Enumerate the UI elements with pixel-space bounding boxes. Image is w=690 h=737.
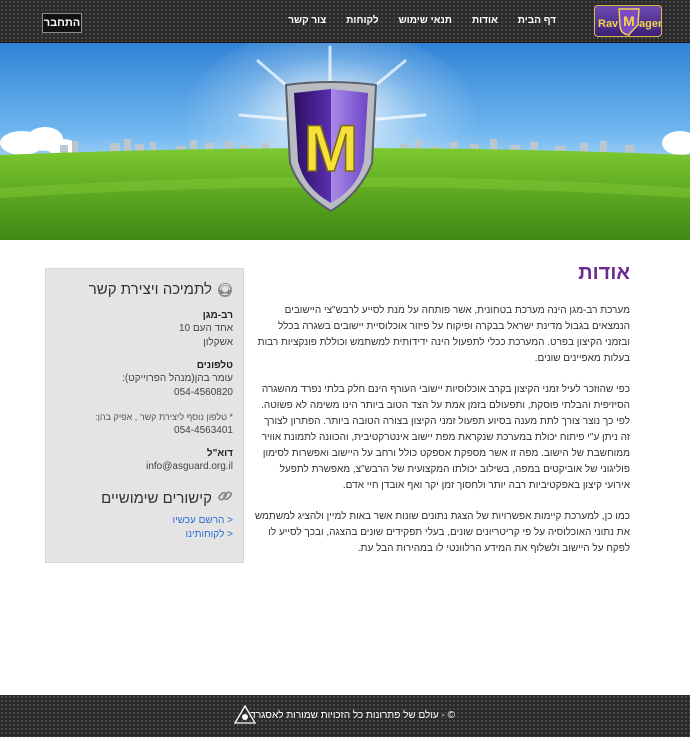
about-paragraph-1: מערכת רב-מגן הינה מערכת בטחונית, אשר פות… [257,305,630,364]
links-heading: קישורים שימושיים [56,488,233,508]
about-content: אודות מערכת רב-מגן הינה מערכת בטחונית, א… [252,262,630,572]
phones-block: טלפונים עומר בהן(מנהל הפרוייקט): 054-456… [56,360,233,400]
sidebar-contact: לתמיכה ויצירת קשר רב-מגן אחד העם 10 אשקל… [45,268,244,563]
nav-terms[interactable]: תנאי שימוש [399,15,452,26]
logo-word-rav: Rav [598,18,619,30]
login-button[interactable]: התחבר [42,13,82,33]
nav-home[interactable]: דף הבית [518,15,556,26]
logo-letter: M [623,13,635,29]
footer-logo-icon [234,705,256,724]
address-line-1: אחד העם 10 [178,323,233,334]
shield-letter: M [304,111,359,185]
nav-contact[interactable]: צור קשר [288,15,326,26]
nav-about[interactable]: אודות [472,15,498,26]
support-heading-text: לתמיכה ויצירת קשר [88,281,212,298]
logo-word-agen: agen [639,18,662,30]
link-chain-icon [217,488,233,508]
extra-phone-block: * טלפון נוסף ליצירת קשר , אפיק בהן: 054-… [56,410,233,438]
address-block: רב-מגן אחד העם 10 אשקלון [56,310,233,350]
main-area: אודות מערכת רב-מגן הינה מערכת בטחונית, א… [0,240,690,695]
org-name: רב-מגן [202,310,233,321]
support-heading: לתמיכה ויצירת קשר [56,281,233,298]
footer-bar: © - עולם של פתרונות כל הזכויות שמורות לא… [0,695,690,737]
nav-clients[interactable]: לקוחות [346,15,378,26]
hero-banner: M [0,43,690,240]
top-nav-bar: התחבר דף הבית אודות תנאי שימוש לקוחות צו… [0,0,690,43]
link-register-now[interactable]: < הרשם עכשיו [56,514,233,528]
hero-illustration: M [0,43,690,240]
support-agent-icon [217,282,233,298]
phone-contact: עומר בהן(מנהל הפרוייקט): [122,373,233,384]
phone-number: 054-4560820 [174,387,233,398]
site-logo[interactable]: Rav M agen [594,5,662,37]
email-label: דוא"ל [206,448,233,459]
page-title: אודות [578,262,630,284]
extra-phone-note: * טלפון נוסף ליצירת קשר , אפיק בהן: [95,412,233,422]
email-address[interactable]: info@asguard.org.il [56,460,233,474]
cloud-right [662,131,690,155]
links-heading-text: קישורים שימושיים [101,489,212,507]
phones-label: טלפונים [196,360,233,371]
email-block: דוא"ל info@asguard.org.il [56,448,233,474]
about-paragraph-3: כמו כן, למערכת קיימות אפשרויות של הצגת נ… [254,511,630,554]
link-our-clients[interactable]: < לקוחותינו [56,528,234,542]
extra-phone-number: 054-4563401 [174,425,233,436]
address-line-2: אשקלון [203,337,233,348]
about-paragraph-2: כפי שהוזכר לעיל זמני הקיצון בקרב אוכלוסי… [261,384,630,491]
footer-copyright: © - עולם של פתרונות כל הזכויות שמורות לא… [250,710,455,721]
main-nav: דף הבית אודות תנאי שימוש לקוחות צור קשר [288,15,556,26]
